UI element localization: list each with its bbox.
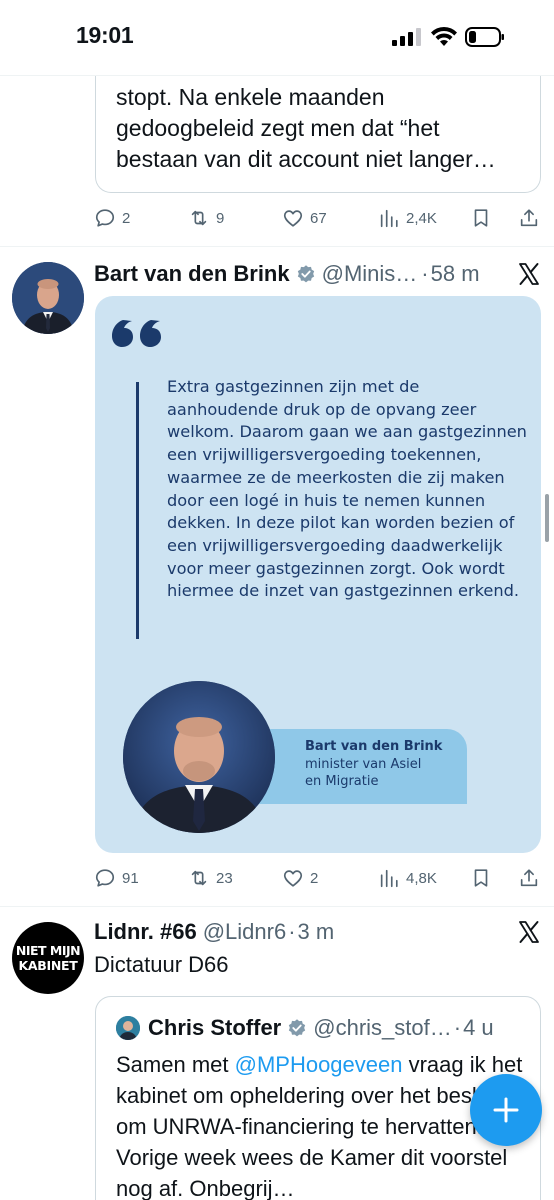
separator-dot: · [288, 919, 296, 944]
share-icon [520, 209, 538, 227]
quoted-tweet[interactable]: stopt. Na enkele maanden gedoogbeleid ze… [95, 60, 541, 193]
like-icon [283, 870, 303, 887]
x-logo-icon[interactable] [517, 920, 541, 944]
like-button[interactable]: 2 [282, 866, 318, 890]
avatar-text-line-1: NIET MIJN [15, 943, 81, 958]
wifi-icon [431, 26, 457, 46]
x-logo-icon[interactable] [517, 262, 541, 286]
share-button[interactable] [518, 206, 540, 230]
quoted-tweet-header: Chris Stoffer @chris_stof… · 4 u [116, 1015, 494, 1041]
repost-icon [191, 870, 207, 886]
cellular-signal-icon [392, 28, 421, 46]
minister-photo [123, 681, 275, 833]
quoted-author-handle: @chris_stof… [313, 1015, 452, 1040]
verified-badge-icon [297, 265, 314, 283]
author-handle[interactable]: @Lidnr6 [203, 919, 287, 945]
like-button[interactable]: 67 [282, 206, 327, 230]
views-count: 2,4K [406, 209, 437, 227]
repost-icon [191, 210, 207, 226]
tweet-actions: 91 23 2 4,8K [94, 866, 544, 890]
person-role-line-1: minister van Asiel [305, 757, 422, 772]
repost-count: 9 [216, 209, 225, 227]
quoted-author-avatar [116, 1016, 140, 1040]
like-icon [283, 210, 303, 227]
views-icon [380, 869, 398, 888]
quoted-tweet-time: 4 u [463, 1015, 494, 1040]
separator-dot: · [421, 261, 429, 286]
reply-button[interactable]: 2 [94, 206, 130, 230]
tweet-header: Lidnr. #66 @Lidnr6 · 3 m [94, 917, 334, 947]
views-icon [380, 209, 398, 228]
author-handle[interactable]: @Minis… [322, 261, 418, 287]
author-name[interactable]: Lidnr. #66 [94, 919, 197, 945]
verified-badge-icon [289, 1019, 306, 1037]
reply-count: 91 [122, 869, 139, 887]
status-time: 19:01 [76, 22, 134, 48]
repost-button[interactable]: 9 [188, 206, 224, 230]
reply-icon [95, 869, 115, 887]
repost-count: 23 [216, 869, 233, 887]
quoted-text-part-1: Samen met [116, 1052, 235, 1077]
repost-button[interactable]: 23 [188, 866, 233, 890]
tweet-time: 3 m [297, 919, 335, 944]
quote-bar [136, 382, 139, 639]
bookmark-button[interactable] [470, 206, 492, 230]
bookmark-button[interactable] [470, 866, 492, 890]
quoted-author-name: Chris Stoffer [148, 1015, 282, 1040]
reply-icon [95, 209, 115, 227]
bookmark-icon [474, 869, 488, 887]
reply-count: 2 [122, 209, 131, 227]
quotation-mark-icon [112, 320, 161, 347]
tweet-header: Bart van den Brink @Minis… · 58 m [94, 259, 480, 289]
person-role-line-2: en Migratie [305, 774, 379, 789]
reply-button[interactable]: 91 [94, 866, 139, 890]
avatar-portrait [12, 262, 84, 334]
tweet-text: Dictatuur D66 [94, 952, 229, 977]
quoted-tweet-text: stopt. Na enkele maanden gedoogbeleid ze… [116, 84, 496, 172]
tweet-actions: 2 9 67 2,4K [94, 206, 544, 230]
author-avatar[interactable]: NIET MIJN KABINET [12, 922, 84, 994]
share-icon [520, 869, 538, 887]
author-name[interactable]: Bart van den Brink [94, 261, 290, 287]
like-count: 2 [310, 869, 319, 887]
like-count: 67 [310, 209, 327, 227]
views-count: 4,8K [406, 869, 437, 887]
compose-plus-icon [493, 1097, 519, 1123]
author-avatar[interactable] [12, 262, 84, 334]
name-label: Bart van den Brink minister van Asiel en… [305, 738, 442, 790]
person-name: Bart van den Brink [305, 739, 443, 754]
views-button[interactable]: 2,4K [378, 206, 437, 230]
views-button[interactable]: 4,8K [378, 866, 437, 890]
avatar-text-line-2: KABINET [18, 958, 78, 973]
share-button[interactable] [518, 866, 540, 890]
divider [0, 906, 554, 907]
status-bar: 19:01 [0, 0, 554, 76]
tweet-time: 58 m [430, 261, 480, 286]
mention-link[interactable]: @MPHoogeveen [235, 1052, 403, 1077]
quote-card-text: Extra gastgezinnen zijn met de aanhouden… [167, 377, 527, 601]
battery-icon [465, 27, 504, 47]
bookmark-icon [474, 209, 488, 227]
separator-dot: · [453, 1015, 462, 1040]
quote-card-image[interactable]: Extra gastgezinnen zijn met de aanhouden… [95, 296, 541, 853]
compose-button[interactable] [470, 1074, 542, 1146]
scrollbar[interactable] [545, 494, 549, 542]
